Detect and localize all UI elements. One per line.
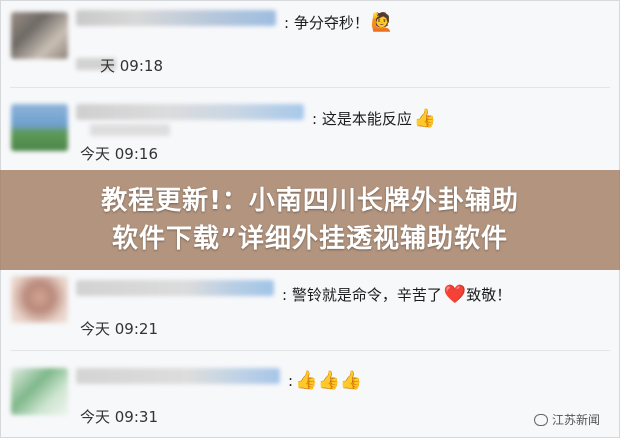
divider [10, 350, 610, 351]
thumbs-up-icon: 👍👍👍 [295, 370, 363, 391]
blurred-name-line [90, 124, 170, 136]
avatar[interactable] [11, 276, 68, 323]
watermark-text: 江苏新闻 [551, 413, 600, 427]
overlay-title-line-1: 教程更新!：小南四川长牌外卦辅助 [101, 186, 519, 216]
overlay-title-line-2: 软件下载”详细外挂透视辅助软件 [111, 224, 509, 254]
blurred-username [76, 104, 304, 120]
comment-text: : 争分夺秒！ 🙋 [284, 12, 394, 33]
avatar[interactable] [11, 368, 68, 415]
comment-timestamp: 今天 09:16 [80, 145, 158, 163]
comment-timestamp: 天 09:18 [100, 57, 163, 75]
avatar[interactable] [11, 104, 68, 151]
comment-text: : 警铃就是命令，辛苦了 ❤️致敬！ [282, 284, 512, 305]
thumbs-up-icon: 👍 [413, 108, 437, 129]
title-overlay-banner: 教程更新!：小南四川长牌外卦辅助 软件下载”详细外挂透视辅助软件 [0, 170, 620, 270]
avatar[interactable] [11, 12, 68, 59]
comment-text: : 👍👍👍 [288, 370, 363, 391]
comment-timestamp: 今天 09:21 [80, 320, 158, 338]
divider [10, 87, 610, 88]
comment-timestamp: 今天 09:31 [80, 408, 158, 426]
comment-text: : 这是本能反应 👍 [312, 108, 437, 129]
blurred-username [76, 280, 274, 296]
wechat-channel-icon [533, 413, 548, 426]
watermark: 江苏新闻 [533, 411, 600, 428]
blurred-username [76, 10, 276, 26]
heart-icon: ❤️ [443, 284, 467, 305]
person-emoji-icon: 🙋 [370, 12, 394, 33]
blurred-username [76, 368, 280, 384]
